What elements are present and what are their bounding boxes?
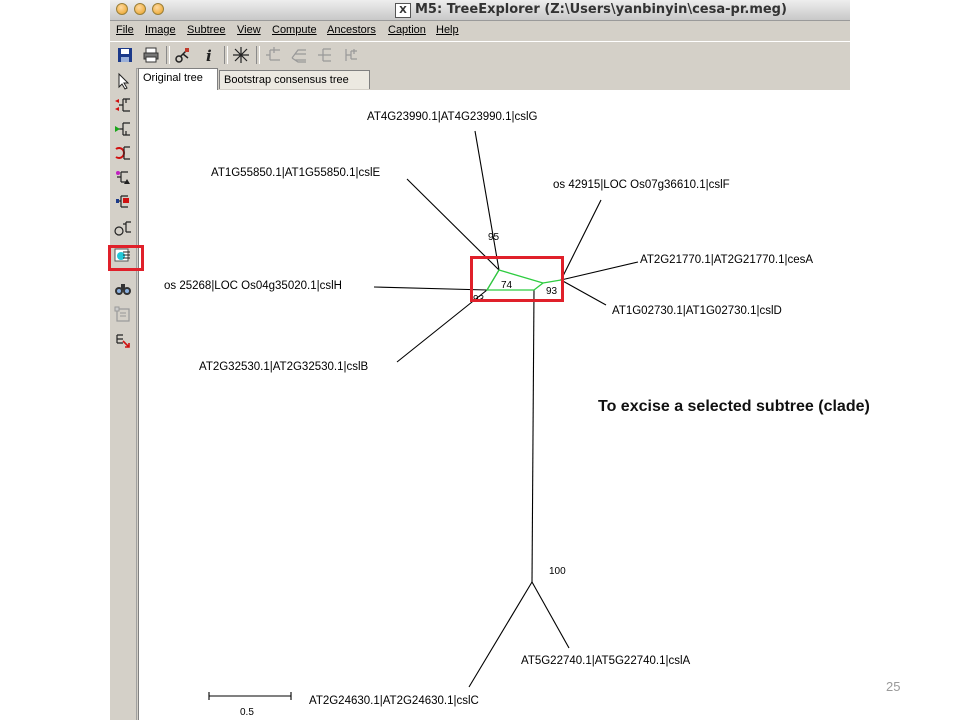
flip-subtree-icon[interactable]	[114, 120, 132, 138]
menu-ancestors[interactable]: Ancestors	[327, 24, 376, 36]
taxon-label-cslE[interactable]: AT1G55850.1|AT1G55850.1|cslE	[211, 167, 381, 179]
x11-icon: X	[395, 3, 411, 18]
branch-cslA[interactable]	[531, 581, 570, 649]
branch-cslC[interactable]	[468, 581, 533, 688]
slide-annotation: To excise a selected subtree (clade)	[598, 398, 870, 415]
menu-file[interactable]: File	[116, 24, 134, 36]
close-window-button[interactable]	[116, 3, 128, 15]
menu-help[interactable]: Help	[436, 24, 459, 36]
taxon-label-cesA[interactable]: AT2G21770.1|AT2G21770.1|cesA	[640, 254, 813, 266]
circle-tree-icon[interactable]	[342, 46, 360, 64]
selected-subtree-highlight	[470, 256, 564, 302]
toolbar-separator	[224, 46, 228, 64]
scale-bar-label: 0.5	[240, 707, 254, 718]
toolbar-separator	[256, 46, 260, 64]
save-icon[interactable]	[116, 46, 134, 64]
place-root-icon[interactable]	[114, 192, 132, 210]
branch-cslA-cslC-stem[interactable]	[531, 289, 535, 583]
branch-cslD[interactable]	[560, 279, 607, 306]
pointer-icon[interactable]	[114, 72, 132, 90]
branch-cesA[interactable]	[560, 261, 639, 281]
tab-bootstrap-consensus-tree[interactable]: Bootstrap consensus tree	[219, 70, 370, 89]
root-on-branch-icon[interactable]	[114, 168, 132, 186]
tree-tabs: Original tree Bootstrap consensus tree	[138, 68, 850, 90]
info-icon[interactable]: i	[200, 46, 218, 64]
toolbar: i	[110, 41, 850, 69]
svg-text:i: i	[206, 47, 212, 64]
menu-bar: File Image Subtree View Compute Ancestor…	[110, 21, 850, 41]
branch-cslF[interactable]	[560, 199, 602, 281]
taxon-label-cslF[interactable]: os 42915|LOC Os07g36610.1|cslF	[553, 179, 730, 191]
subtree-drawing-icon[interactable]	[114, 220, 132, 238]
menu-subtree[interactable]: Subtree	[187, 24, 226, 36]
menu-view[interactable]: View	[237, 24, 261, 36]
taxon-label-cslG[interactable]: AT4G23990.1|AT4G23990.1|cslG	[367, 111, 538, 123]
tab-original-tree[interactable]: Original tree	[138, 68, 218, 90]
taxon-label-cslH[interactable]: os 25268|LOC Os04g35020.1|cslH	[164, 280, 342, 292]
minimize-window-button[interactable]	[134, 3, 146, 15]
menu-caption[interactable]: Caption	[388, 24, 426, 36]
slanted-tree-icon[interactable]	[290, 46, 308, 64]
taxon-label-cslB[interactable]: AT2G32530.1|AT2G32530.1|cslB	[199, 361, 369, 373]
rectangular-tree-icon[interactable]	[264, 46, 282, 64]
bootstrap-value: 95	[488, 232, 500, 243]
maximize-window-button[interactable]	[152, 3, 164, 15]
search-icon[interactable]	[114, 280, 132, 298]
taxon-label-cslA[interactable]: AT5G22740.1|AT5G22740.1|cslA	[521, 655, 691, 667]
bootstrap-value: 100	[549, 566, 566, 577]
taxon-label-cslD[interactable]: AT1G02730.1|AT1G02730.1|cslD	[612, 305, 782, 317]
menu-compute[interactable]: Compute	[272, 24, 317, 36]
menu-image[interactable]: Image	[145, 24, 176, 36]
cut-icon[interactable]	[174, 46, 192, 64]
compress-subtree-icon[interactable]	[114, 144, 132, 162]
page-number: 25	[886, 679, 901, 694]
swap-subtree-icon[interactable]	[114, 96, 132, 114]
straight-tree-icon[interactable]	[316, 46, 334, 64]
title-bar: X M5: TreeExplorer (Z:\Users\yanbinyin\c…	[110, 0, 850, 21]
properties-icon[interactable]	[114, 306, 132, 324]
tool-sidebar	[110, 68, 137, 720]
shrink-icon[interactable]	[114, 332, 132, 350]
toolbar-separator	[166, 46, 170, 64]
radiation-tree-icon[interactable]	[232, 46, 250, 64]
excise-tool-highlight	[108, 245, 144, 271]
taxon-label-cslC[interactable]: AT2G24630.1|AT2G24630.1|cslC	[309, 695, 479, 707]
print-icon[interactable]	[142, 46, 160, 64]
window-title: M5: TreeExplorer (Z:\Users\yanbinyin\ces…	[415, 2, 787, 17]
